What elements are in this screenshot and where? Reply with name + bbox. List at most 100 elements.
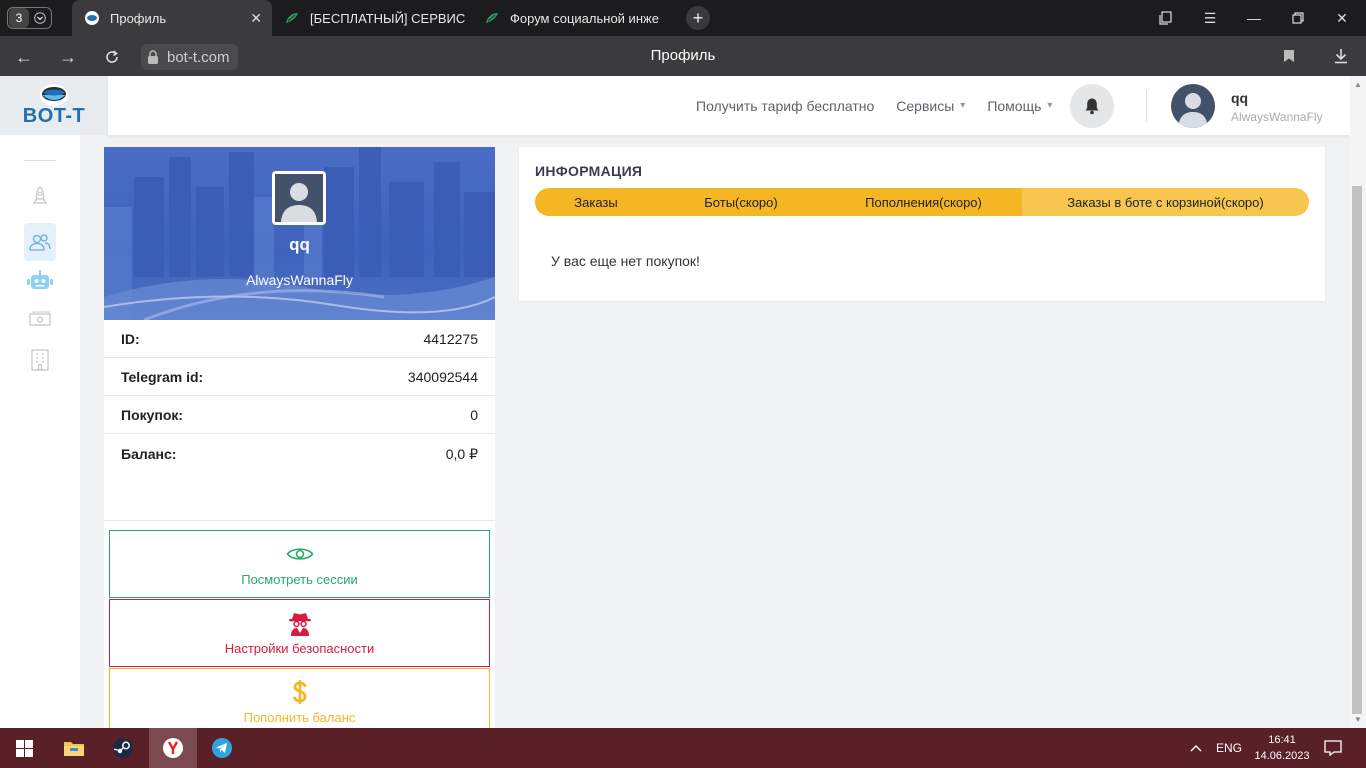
nav-help[interactable]: Помощь ▾ [987,98,1052,114]
telegram-icon[interactable] [198,728,246,768]
action-label: Посмотреть сессии [241,571,358,587]
notifications-button[interactable] [1070,84,1114,128]
row-key: Баланс: [121,446,177,462]
tab-profile[interactable]: Профиль ✕ [72,0,272,36]
tab-title: Профиль [110,10,167,26]
nav-label: Получить тариф бесплатно [696,97,875,114]
row-key: Покупок: [121,406,184,423]
money-icon [29,311,51,326]
nav-services[interactable]: Сервисы ▾ [896,98,965,114]
information-title: ИНФОРМАЦИЯ [535,163,643,179]
sidebar-item-bots[interactable] [24,265,56,297]
yandex-browser-icon[interactable] [149,728,197,768]
spy-icon [287,611,313,636]
information-card: ИНФОРМАЦИЯ Заказы Боты(скоро) Пополнения… [519,147,1325,301]
steam-icon[interactable] [99,728,147,768]
bell-icon [1085,98,1099,115]
eye-icon [286,542,314,566]
chevron-down-icon: ▾ [1047,100,1053,111]
profile-login: AlwaysWannaFly [246,272,353,288]
tray-show-hidden-icon[interactable] [1190,728,1202,768]
page-title: Профиль [650,47,716,64]
forum-favicon-icon [484,10,500,26]
clock-date: 14.06.2023 [1254,750,1310,762]
information-tabs: Заказы Боты(скоро) Пополнения(скоро) Зак… [535,188,1309,216]
scroll-down-icon[interactable]: ▼ [1354,715,1362,724]
scrollbar-thumb[interactable] [1352,186,1362,714]
action-label: Пополнить баланс [243,709,356,725]
sidebar-item-profile[interactable] [24,223,56,261]
tab-title: Форум социальной инже [510,10,659,26]
top-up-balance-button[interactable]: Пополнить баланс [109,668,490,728]
bot-t-favicon-icon [84,10,100,26]
logo-text: BOT-T [22,105,86,127]
tab-orders[interactable]: Заказы [535,188,657,216]
sidebar-item-company[interactable] [24,343,56,375]
profile-name: qq [289,235,310,254]
windows-start-icon[interactable] [0,728,48,768]
row-value: 0 [470,406,478,423]
sidebar-item-launch[interactable] [24,181,56,213]
restore-icon[interactable] [1278,0,1318,36]
users-icon [29,234,51,251]
nav-get-free-tariff[interactable]: Получить тариф бесплатно [696,98,874,114]
sidebar-item-payments[interactable] [24,303,56,335]
clock[interactable]: 16:41 14.06.2023 [1254,732,1310,764]
dollar-icon [292,679,308,704]
avatar[interactable] [1171,84,1215,128]
close-window-icon[interactable]: ✕ [1322,0,1362,36]
page-scrollbar[interactable]: ▲ ▼ [1350,76,1366,728]
taskbar: ENG 16:41 14.06.2023 [0,728,1366,768]
security-settings-button[interactable]: Настройки безопасности [109,599,490,667]
collections-icon[interactable] [1146,0,1186,36]
building-icon [31,349,49,371]
scroll-up-icon[interactable]: ▲ [1354,80,1362,89]
logo[interactable]: BOT-T [0,76,108,135]
divider [24,160,56,161]
tab-count: 3 [9,8,29,28]
minimize-icon[interactable]: — [1234,0,1274,36]
rocket-icon [32,186,48,204]
close-tab-icon[interactable]: ✕ [250,10,262,27]
empty-purchases-message: У вас еще нет покупок! [551,253,700,269]
row-value: 4412275 [423,330,478,347]
tab-label: Заказы в боте с корзиной(скоро) [1067,194,1264,210]
info-row-balance: Баланс: 0,0 ₽ [104,435,495,521]
action-label: Настройки безопасности [224,640,375,656]
tab-cart-orders[interactable]: Заказы в боте с корзиной(скоро) [1022,188,1309,216]
header-user-name[interactable]: qq [1231,90,1248,106]
info-row-purchases: Покупок: 0 [104,396,495,434]
new-tab-button[interactable]: + [686,6,710,30]
tab-top-ups[interactable]: Пополнения(скоро) [825,188,1022,216]
logo-icon [40,84,68,106]
top-navigation: Получить тариф бесплатно Сервисы ▾ Помощь… [108,76,1350,135]
tab-counter-button[interactable]: 3 [7,7,52,29]
download-icon[interactable] [1331,46,1351,66]
profile-card: qq AlwaysWannaFly ID: 4412275 Telegram i… [104,147,495,728]
page-content: BOT-T Получить тариф бесплатно Сервисы ▾ … [0,76,1366,728]
clock-time: 16:41 [1268,734,1296,746]
nav-label: Сервисы [896,97,955,114]
tab-label: Боты(скоро) [704,194,778,210]
view-sessions-button[interactable]: Посмотреть сессии [109,530,490,598]
chevron-down-icon: ▾ [960,100,966,111]
divider [1146,90,1147,122]
tab-bots[interactable]: Боты(скоро) [657,188,825,216]
tab-forum[interactable]: Форум социальной инже [472,0,672,36]
file-explorer-icon[interactable] [50,728,98,768]
sidebar [0,135,80,728]
notification-center-icon[interactable] [1324,728,1342,768]
info-row-telegram-id: Telegram id: 340092544 [104,358,495,396]
bookmark-icon[interactable] [1279,46,1299,66]
language-indicator[interactable]: ENG [1216,728,1242,768]
address-bar: ← → bot-t.com Профиль [0,36,1366,76]
tab-label: Заказы [574,194,618,210]
row-value: 0,0 ₽ [445,446,478,462]
menu-icon[interactable]: ☰ [1190,0,1230,36]
tab-title: [БЕСПЛАТНЫЙ] СЕРВИС Д [310,10,465,26]
tab-free-service[interactable]: [БЕСПЛАТНЫЙ] СЕРВИС Д [272,0,472,36]
row-key: ID: [121,330,140,347]
nav-label: Помощь [987,97,1042,114]
profile-avatar[interactable] [272,171,326,225]
forum-favicon-icon [284,10,300,26]
